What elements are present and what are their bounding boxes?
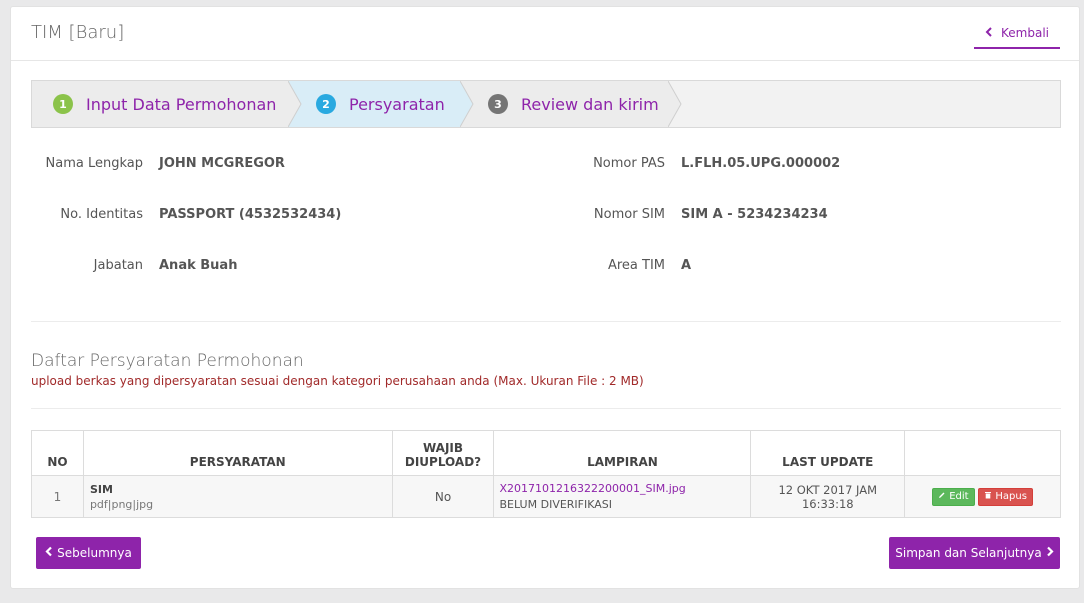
table-row: 1 SIM pdf|png|jpg No X201710121632220000… bbox=[31, 475, 1061, 518]
step-number: 1 bbox=[53, 94, 73, 114]
header-last-update: LAST UPDATE bbox=[750, 430, 906, 476]
chevron-left-icon bbox=[45, 546, 53, 560]
section-title: Daftar Persyaratan Permohonan bbox=[31, 351, 304, 371]
save-next-label: Simpan dan Selanjutnya bbox=[895, 546, 1042, 560]
step-arrow bbox=[460, 81, 478, 127]
row-actions: Edit Hapus bbox=[904, 475, 1061, 518]
header-lampiran: LAMPIRAN bbox=[493, 430, 752, 476]
verification-status: BELUM DIVERIFIKASI bbox=[499, 498, 613, 511]
chevron-left-icon bbox=[985, 26, 993, 40]
attachment-link[interactable]: X2017101216322200001_SIM.jpg bbox=[499, 482, 750, 495]
card-header: TIM [Baru] Kembali bbox=[11, 7, 1079, 61]
step-input-data[interactable]: 1 Input Data Permohonan bbox=[32, 81, 302, 127]
delete-label: Hapus bbox=[995, 491, 1027, 502]
divider bbox=[31, 408, 1061, 409]
nomor-pas-value: L.FLH.05.UPG.000002 bbox=[681, 156, 841, 171]
header-wajib-line1: WAJIB bbox=[422, 441, 464, 455]
save-next-button[interactable]: Simpan dan Selanjutnya bbox=[889, 537, 1060, 569]
divider bbox=[31, 321, 1061, 322]
pencil-icon bbox=[938, 491, 946, 502]
requirement-file-types: pdf|png|jpg bbox=[89, 497, 154, 511]
header-actions bbox=[904, 430, 1061, 476]
page-title: TIM [Baru] bbox=[31, 22, 125, 43]
nama-lengkap-label: Nama Lengkap bbox=[45, 156, 143, 171]
nomor-sim-value: SIM A - 5234234234 bbox=[681, 207, 828, 222]
delete-button[interactable]: Hapus bbox=[978, 487, 1033, 506]
trash-icon bbox=[984, 491, 992, 502]
back-label: Kembali bbox=[1001, 26, 1049, 40]
header-persyaratan: PERSYARATAN bbox=[82, 430, 393, 476]
requirement-name: SIM bbox=[89, 482, 113, 496]
step-number: 3 bbox=[488, 94, 508, 114]
requirements-table: NO PERSYARATAN WAJIB DIUPLOAD? LAMPIRAN … bbox=[31, 430, 1061, 518]
nomor-sim-label: Nomor SIM bbox=[593, 207, 665, 222]
edit-button[interactable]: Edit bbox=[932, 487, 975, 506]
header-wajib-line2: DIUPLOAD? bbox=[404, 455, 482, 469]
wizard-steps: 1 Input Data Permohonan 2 Persyaratan 3 … bbox=[31, 80, 1061, 128]
row-lampiran: X2017101216322200001_SIM.jpg BELUM DIVER… bbox=[493, 475, 752, 518]
previous-button[interactable]: Sebelumnya bbox=[36, 537, 141, 569]
step-review[interactable]: 3 Review dan kirim bbox=[460, 81, 686, 127]
step-number: 2 bbox=[316, 94, 336, 114]
no-identitas-label: No. Identitas bbox=[60, 207, 143, 222]
header-no: NO bbox=[31, 430, 84, 476]
no-identitas-value: PASSPORT (4532532434) bbox=[159, 207, 342, 222]
step-label: Input Data Permohonan bbox=[86, 94, 277, 114]
table-header-row: NO PERSYARATAN WAJIB DIUPLOAD? LAMPIRAN … bbox=[31, 430, 1061, 476]
step-persyaratan[interactable]: 2 Persyaratan bbox=[288, 81, 474, 127]
row-persyaratan: SIM pdf|png|jpg bbox=[82, 475, 393, 518]
row-last-update: 12 OKT 2017 JAM 16:33:18 bbox=[750, 475, 906, 518]
chevron-right-icon bbox=[1046, 546, 1054, 560]
area-tim-value: A bbox=[681, 258, 692, 273]
back-button[interactable]: Kembali bbox=[974, 19, 1060, 49]
jabatan-label: Jabatan bbox=[93, 258, 143, 273]
header-wajib: WAJIB DIUPLOAD? bbox=[391, 430, 495, 476]
step-arrow bbox=[288, 81, 306, 127]
nama-lengkap-value: JOHN MCGREGOR bbox=[159, 156, 285, 171]
step-label: Review dan kirim bbox=[521, 94, 659, 114]
row-wajib: No bbox=[391, 475, 495, 518]
section-subtitle: upload berkas yang dipersyaratan sesuai … bbox=[31, 374, 644, 388]
previous-label: Sebelumnya bbox=[57, 546, 132, 560]
step-label: Persyaratan bbox=[349, 94, 445, 114]
row-no: 1 bbox=[31, 475, 84, 518]
jabatan-value: Anak Buah bbox=[159, 258, 238, 273]
area-tim-label: Area TIM bbox=[607, 258, 665, 273]
step-arrow bbox=[668, 81, 686, 127]
main-card: TIM [Baru] Kembali 1 Input Data Permohon… bbox=[10, 6, 1080, 589]
edit-label: Edit bbox=[949, 491, 969, 502]
nomor-pas-label: Nomor PAS bbox=[593, 156, 665, 171]
